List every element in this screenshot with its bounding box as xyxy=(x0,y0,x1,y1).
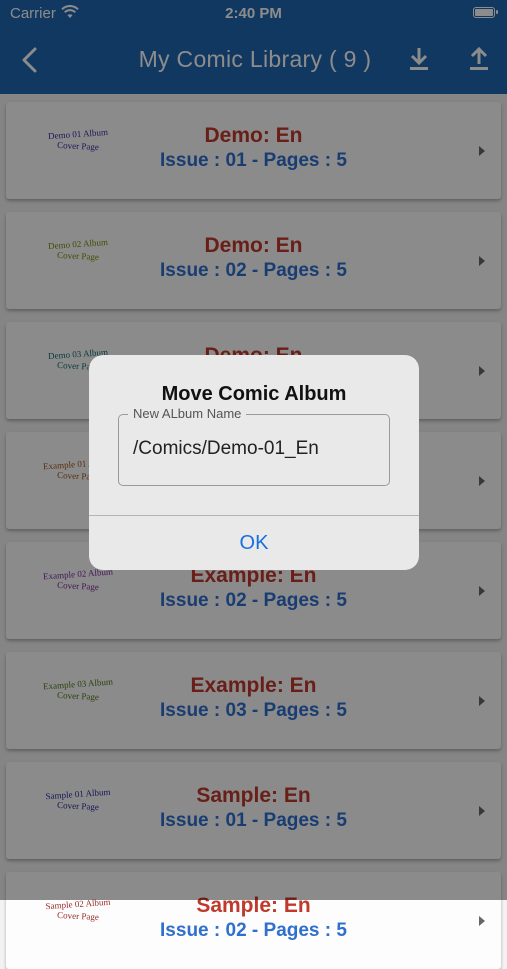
field-label: New ALbum Name xyxy=(128,406,247,421)
album-name-field[interactable]: New ALbum Name /Comics/Demo-01_En xyxy=(118,406,390,486)
field-value[interactable]: /Comics/Demo-01_En xyxy=(133,438,319,460)
disclosure-arrow-icon xyxy=(479,916,485,926)
move-album-dialog: Move Comic Album New ALbum Name /Comics/… xyxy=(89,355,419,570)
dialog-title: Move Comic Album xyxy=(161,383,347,405)
ok-button[interactable]: OK xyxy=(89,516,419,570)
album-issue: Issue : 02 - Pages : 5 xyxy=(160,920,347,941)
